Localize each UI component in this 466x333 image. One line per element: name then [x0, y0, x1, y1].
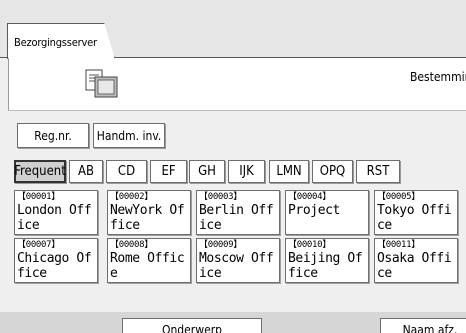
destination-number: 【00010】 [288, 240, 331, 250]
destination-name: Berlin Office [199, 203, 274, 233]
sender-name-button[interactable]: Naam afz. [380, 318, 466, 333]
destination-item[interactable]: 【00009】 Moscow Office [196, 238, 280, 283]
destination-number: 【00003】 [199, 192, 242, 202]
document-list-icon [85, 69, 118, 98]
category-tab-frequent[interactable]: Frequent [14, 160, 66, 183]
destination-item[interactable]: 【00011】 Osaka Office [374, 238, 458, 283]
category-tab-lmn[interactable]: LMN [269, 160, 309, 183]
destination-item[interactable]: 【00008】 Rome Office [107, 238, 191, 283]
destination-name: Chicago Office [17, 251, 92, 281]
destination-number: 【00004】 [288, 192, 331, 202]
destination-number: 【00007】 [17, 240, 60, 250]
category-tab-ijk[interactable]: IJK [228, 160, 265, 183]
destination-name: Tokyo Office [377, 203, 452, 233]
destination-item[interactable]: 【00007】 Chicago Office [14, 238, 98, 283]
destination-item[interactable]: 【00010】 Beijing Office [285, 238, 369, 283]
destination-name: NewYork Office [110, 203, 185, 233]
destination-item[interactable]: 【00004】 Project [285, 190, 369, 235]
category-tab-ab[interactable]: AB [69, 160, 103, 183]
destination-name: Moscow Office [199, 251, 274, 281]
category-tab-ef[interactable]: EF [150, 160, 187, 183]
manual-input-button[interactable]: Handm. inv. [93, 123, 165, 148]
category-tab-gh[interactable]: GH [189, 160, 225, 183]
destination-name: Osaka Office [377, 251, 452, 281]
tab-label: Bezorgingsserver [14, 36, 97, 49]
destination-item[interactable]: 【00003】 Berlin Office [196, 190, 280, 235]
category-tab-opq[interactable]: OPQ [312, 160, 353, 183]
search-subject-button[interactable]: Onderwerp [122, 318, 262, 333]
destination-name: Beijing Office [288, 251, 363, 281]
destination-number: 【00001】 [17, 192, 60, 202]
destination-item[interactable]: 【00002】 NewYork Office [107, 190, 191, 235]
destination-number: 【00011】 [377, 240, 420, 250]
category-tab-rst[interactable]: RST [356, 160, 400, 183]
destination-item[interactable]: 【00005】 Tokyo Office [374, 190, 458, 235]
reg-nr-button[interactable]: Reg.nr. [17, 123, 89, 148]
category-tab-cd[interactable]: CD [106, 160, 147, 183]
destination-number: 【00009】 [199, 240, 242, 250]
destination-name: London Office [17, 203, 92, 233]
destination-number: 【00002】 [110, 192, 153, 202]
destination-number: 【00005】 [377, 192, 420, 202]
destination-name: Project [288, 203, 340, 218]
destination-item[interactable]: 【00001】 London Office [14, 190, 98, 235]
destination-name: Rome Office [110, 251, 185, 281]
destination-label: Bestemming [410, 70, 466, 84]
destination-number: 【00008】 [110, 240, 153, 250]
destination-header-panel [8, 58, 466, 111]
